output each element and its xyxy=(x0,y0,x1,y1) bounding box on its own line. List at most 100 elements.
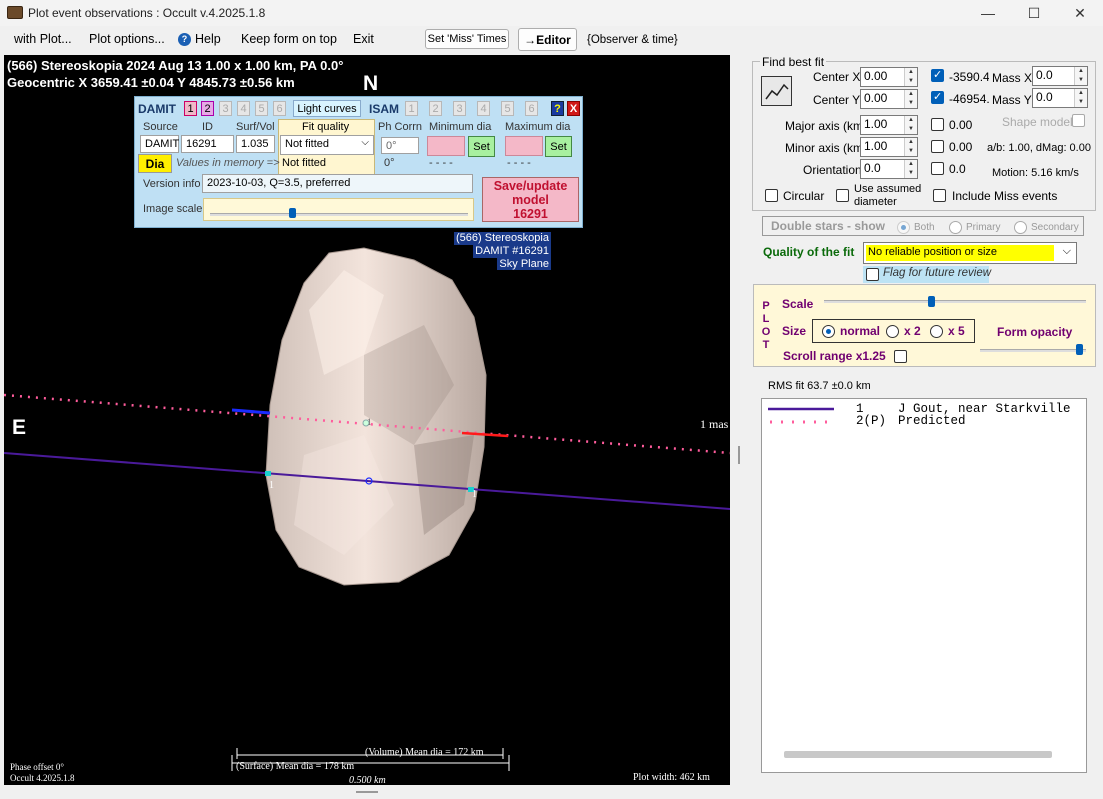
max-dia-field[interactable] xyxy=(505,136,543,156)
scale-label: Scale xyxy=(782,297,814,311)
center-y-value: 0.00 xyxy=(864,91,888,105)
minimize-button[interactable]: — xyxy=(965,0,1011,26)
orientation-input[interactable]: 0.0 ▲ ▼ xyxy=(860,159,918,179)
use-assumed-label: Use assumed diameter xyxy=(854,183,922,208)
fit-quality-memory: Not fitted xyxy=(282,157,327,169)
light-curves-button[interactable]: Light curves xyxy=(293,100,361,117)
menu-exit[interactable]: Exit xyxy=(353,32,374,46)
mass-x-input[interactable]: 0.0 ▲ ▼ xyxy=(1032,66,1088,86)
primary-label: Primary xyxy=(966,222,1001,233)
center-y-input[interactable]: 0.00 ▲ ▼ xyxy=(860,89,918,109)
quality-of-fit-select[interactable]: No reliable position or size ⌵ xyxy=(863,242,1077,264)
stepper-arrows[interactable]: ▲ ▼ xyxy=(904,160,917,178)
save-update-model-button[interactable]: Save/update model 16291 xyxy=(482,177,579,222)
both-radio[interactable] xyxy=(897,221,910,234)
size-x2-radio[interactable] xyxy=(886,325,899,338)
plot-letter-t: T xyxy=(762,339,770,351)
mass-y-input[interactable]: 0.0 ▲ ▼ xyxy=(1032,88,1088,108)
legend-swatches xyxy=(768,407,834,424)
damit-tab-2[interactable]: 2 xyxy=(201,101,214,116)
scroll-range-checkbox[interactable] xyxy=(894,350,907,363)
resize-grip[interactable] xyxy=(356,791,378,793)
damit-tab-1[interactable]: 1 xyxy=(184,101,197,116)
plot-letter-l: L xyxy=(762,313,770,325)
editor-button[interactable]: →Editor xyxy=(518,28,577,51)
center-x-input[interactable]: 0.00 ▲ ▼ xyxy=(860,67,918,87)
chord-label-2: 1 xyxy=(472,489,477,500)
shape-model-checkbox[interactable] xyxy=(1072,114,1085,127)
min-dia-set-button[interactable]: Set xyxy=(468,136,495,157)
menu-with-plot[interactable]: with Plot... xyxy=(14,32,72,46)
shape-model-label: Shape model xyxy=(1002,115,1073,129)
source-field: DAMIT xyxy=(140,135,179,153)
menu-keep-form[interactable]: Keep form on top xyxy=(241,32,337,46)
set-miss-times-button[interactable]: Set 'Miss' Times xyxy=(425,29,509,49)
ph-corrn-memory: 0° xyxy=(384,157,395,169)
isam-tab-4[interactable]: 4 xyxy=(477,101,490,116)
close-button[interactable]: ✕ xyxy=(1057,0,1103,26)
isam-tab-1[interactable]: 1 xyxy=(405,101,418,116)
major-axis-input[interactable]: 1.00 ▲ ▼ xyxy=(860,115,918,135)
scale-slider[interactable] xyxy=(822,295,1088,311)
damit-tab-3[interactable]: 3 xyxy=(219,101,232,116)
surf-vol-field: 1.035 xyxy=(236,135,275,153)
fit-quality-select[interactable]: Not fitted ⌵ xyxy=(280,135,374,155)
stepper-arrows[interactable]: ▲ ▼ xyxy=(1074,67,1087,85)
isam-tab-3[interactable]: 3 xyxy=(453,101,466,116)
isam-tab-6[interactable]: 6 xyxy=(525,101,538,116)
form-opacity-slider[interactable] xyxy=(978,343,1088,359)
find-best-fit-button[interactable] xyxy=(761,76,792,106)
damit-tab-4[interactable]: 4 xyxy=(237,101,250,116)
orientation-checkbox[interactable] xyxy=(931,162,944,175)
flag-review-checkbox[interactable] xyxy=(866,268,879,281)
sky-plane-label: Sky Plane xyxy=(497,258,551,270)
center-y-checkbox[interactable] xyxy=(931,90,944,104)
center-x-checkbox[interactable] xyxy=(931,68,944,82)
image-scale-slider[interactable] xyxy=(203,198,474,221)
title-bar: Plot event observations : Occult v.4.202… xyxy=(0,0,1103,26)
help-icon: ? xyxy=(178,32,191,46)
double-stars-label: Double stars - show xyxy=(771,219,886,233)
observer-time-label[interactable]: {Observer & time} xyxy=(587,34,678,46)
legend-scrollbar[interactable] xyxy=(784,751,1052,758)
damit-tab-5[interactable]: 5 xyxy=(255,101,268,116)
major-axis-checkbox[interactable] xyxy=(931,118,944,131)
splitter-handle[interactable] xyxy=(738,446,740,464)
use-assumed-checkbox[interactable] xyxy=(836,189,849,202)
damit-help-button[interactable]: ? xyxy=(551,101,564,116)
isam-tab-2[interactable]: 2 xyxy=(429,101,442,116)
size-normal-radio[interactable] xyxy=(822,325,835,338)
legend-name-2: Predicted xyxy=(898,414,966,428)
secondary-radio[interactable] xyxy=(1014,221,1027,234)
fit-quality-header: Fit quality xyxy=(302,121,350,133)
surface-diameter-label: (Surface) Mean dia = 178 km xyxy=(236,761,355,772)
stepper-arrows[interactable]: ▲ ▼ xyxy=(904,116,917,134)
primary-radio[interactable] xyxy=(949,221,962,234)
max-dia-memory: - - - - xyxy=(507,157,531,169)
circular-checkbox[interactable] xyxy=(765,189,778,202)
menu-help[interactable]: ? Help xyxy=(178,32,221,46)
object-name-label: (566) Stereoskopia xyxy=(454,232,551,245)
damit-close-button[interactable]: X xyxy=(567,101,580,116)
stepper-arrows[interactable]: ▲ ▼ xyxy=(904,138,917,156)
stepper-arrows[interactable]: ▲ ▼ xyxy=(904,68,917,86)
source-header: Source xyxy=(143,121,178,133)
max-dia-set-button[interactable]: Set xyxy=(545,136,572,157)
stepper-arrows[interactable]: ▲ ▼ xyxy=(904,90,917,108)
maximize-button[interactable]: ☐ xyxy=(1011,0,1057,26)
stepper-arrows[interactable]: ▲ ▼ xyxy=(1074,89,1087,107)
volume-diameter-label: (Volume) Mean dia = 172 km xyxy=(365,747,484,758)
min-dia-field[interactable] xyxy=(427,136,465,156)
chart-icon xyxy=(765,83,789,100)
size-x5-radio[interactable] xyxy=(930,325,943,338)
menu-plot-options[interactable]: Plot options... xyxy=(89,32,165,46)
damit-tab-6[interactable]: 6 xyxy=(273,101,286,116)
center-x-label: Center X xyxy=(813,70,861,84)
scale-km-label: 0.500 km xyxy=(349,775,386,785)
minor-axis-input[interactable]: 1.00 ▲ ▼ xyxy=(860,137,918,157)
dia-button[interactable]: Dia xyxy=(138,154,172,173)
isam-tab-5[interactable]: 5 xyxy=(501,101,514,116)
ph-corrn-field-1[interactable]: 0° xyxy=(381,137,419,154)
minor-axis-checkbox[interactable] xyxy=(931,140,944,153)
include-miss-checkbox[interactable] xyxy=(933,189,946,202)
